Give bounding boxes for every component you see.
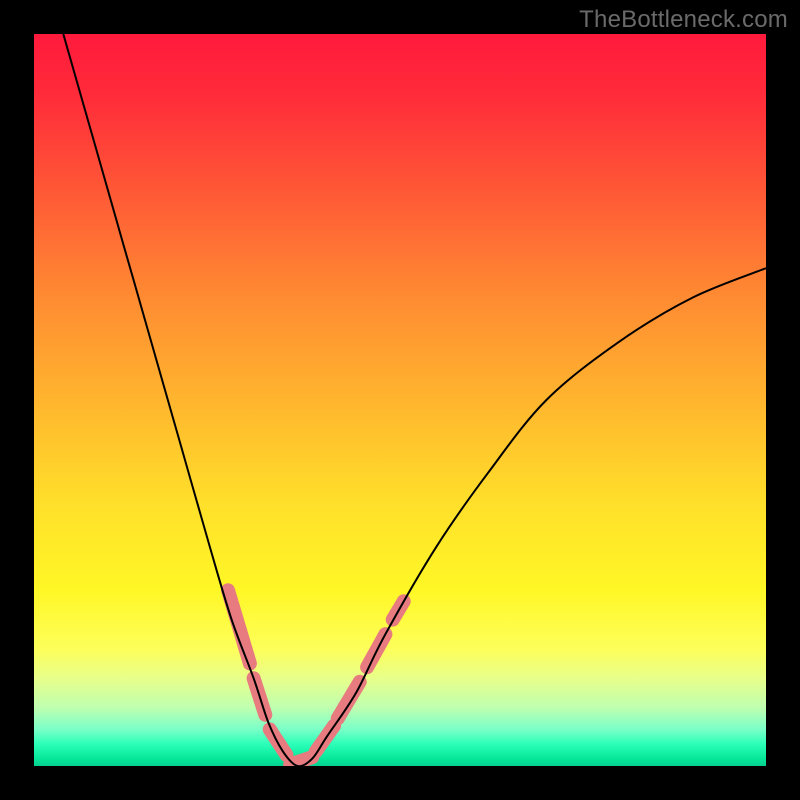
highlight-segment [338,682,360,719]
plot-area [34,34,766,766]
watermark-label: TheBottleneck.com [579,6,788,34]
curve-svg [34,34,766,766]
chart-frame: TheBottleneck.com [0,0,800,800]
bottleneck-curve [63,34,766,766]
highlight-segment [228,590,250,663]
